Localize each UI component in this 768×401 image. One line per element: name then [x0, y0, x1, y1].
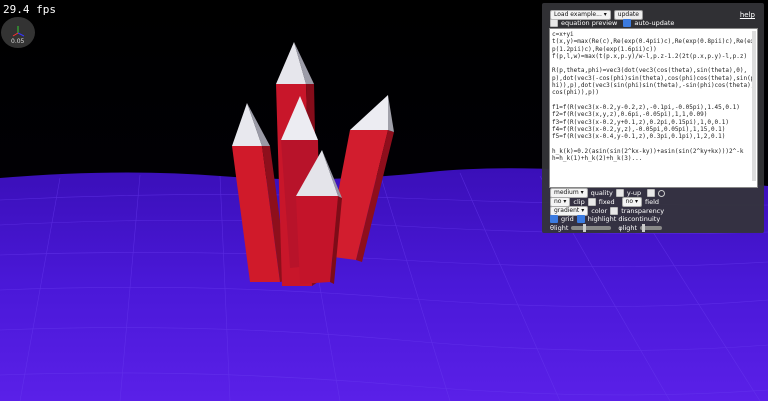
fixed-checkbox[interactable] [587, 198, 596, 206]
field-label: field [645, 198, 660, 206]
color-label: color [591, 207, 608, 215]
equation-text[interactable]: c=x+yi t(x,y)=max(Re(c),Re(exp(0.4pii)c)… [550, 29, 757, 164]
theta-light-slider[interactable] [571, 224, 612, 232]
fps-counter: 29.4 fps [3, 3, 56, 16]
grid-label: grid [561, 215, 574, 223]
phi-light-label: φlight [618, 224, 638, 232]
circle-icon [658, 189, 666, 197]
grid-checkbox[interactable] [550, 215, 558, 223]
extra-checkbox[interactable] [647, 189, 656, 197]
control-panel: Load example... update help equation pre… [542, 3, 764, 233]
phi-light-slider[interactable] [640, 224, 663, 232]
highlight-checkbox[interactable] [576, 215, 585, 223]
y-up-label: y-up [626, 189, 642, 197]
auto-update-label: auto-update [634, 19, 675, 27]
gizmo-value: 0.05 [11, 38, 25, 45]
fixed-label: fixed [598, 198, 615, 206]
theta-light-label: θlight [550, 224, 569, 232]
y-up-checkbox[interactable] [615, 189, 624, 197]
quality-label: quality [590, 189, 613, 197]
clip-label: clip [573, 198, 585, 206]
auto-update-checkbox[interactable] [623, 19, 632, 27]
editor-scrollbar[interactable] [752, 31, 756, 181]
transparency-checkbox[interactable] [610, 207, 619, 215]
transparency-label: transparency [621, 207, 665, 215]
help-link[interactable]: help [740, 11, 755, 19]
equation-preview-label: equation preview [561, 19, 618, 27]
highlight-label: highlight discontinuity [587, 215, 661, 223]
equation-editor[interactable]: c=x+yi t(x,y)=max(Re(c),Re(exp(0.4pii)c)… [549, 28, 758, 188]
equation-preview-checkbox[interactable] [550, 19, 558, 27]
